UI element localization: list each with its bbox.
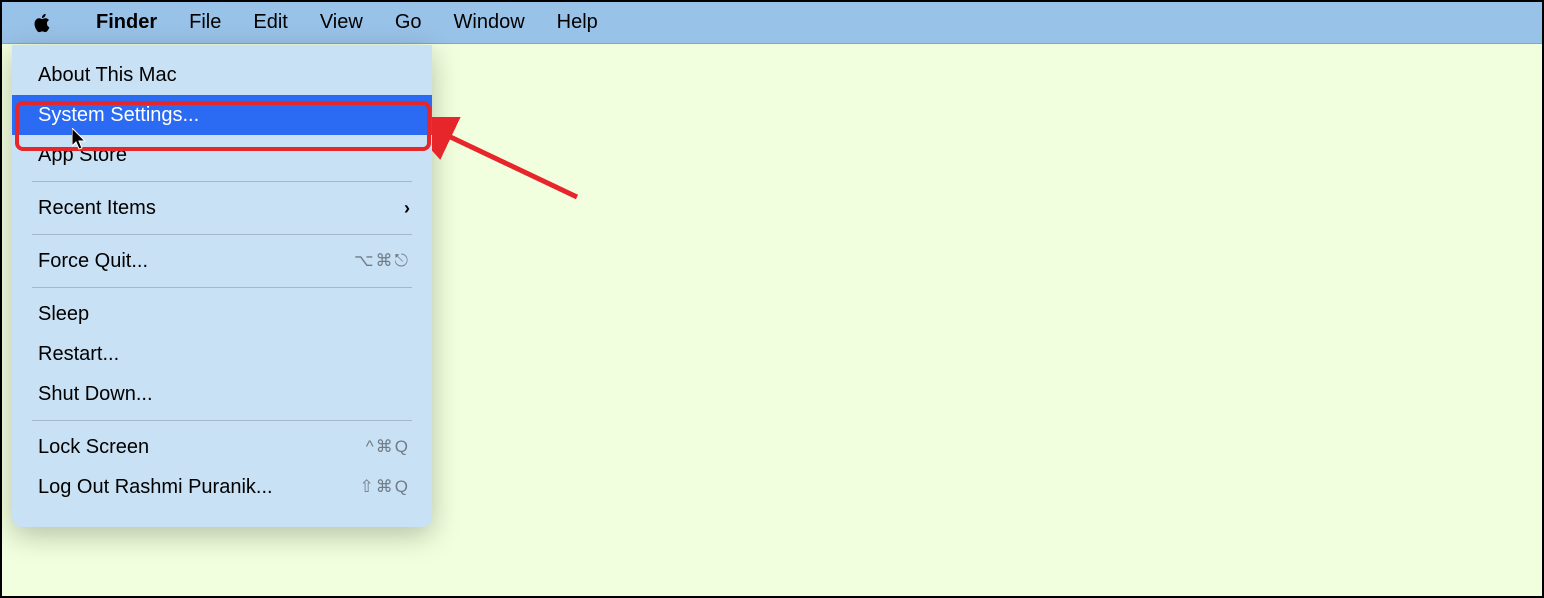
menu-item-label: Recent Items [38, 197, 156, 220]
menu-separator [32, 234, 412, 235]
apple-menu-icon[interactable] [30, 11, 54, 35]
menu-logout[interactable]: Log Out Rashmi Puranik... ⇧⌘Q [12, 467, 432, 507]
menu-separator [32, 181, 412, 182]
menu-window[interactable]: Window [438, 2, 541, 44]
menu-force-quit[interactable]: Force Quit... ⌥⌘⎋ [12, 241, 432, 281]
menu-about-this-mac[interactable]: About This Mac [12, 55, 432, 95]
menu-file[interactable]: File [173, 2, 237, 44]
menu-app-store[interactable]: App Store [12, 135, 432, 175]
menu-sleep[interactable]: Sleep [12, 294, 432, 334]
menu-restart[interactable]: Restart... [12, 334, 432, 374]
keyboard-shortcut: ^⌘Q [366, 437, 410, 457]
menu-lock-screen[interactable]: Lock Screen ^⌘Q [12, 427, 432, 467]
apple-menu-dropdown: About This Mac System Settings... App St… [12, 45, 432, 527]
menu-item-label: Force Quit... [38, 250, 148, 273]
menu-separator [32, 287, 412, 288]
annotation-arrow [432, 117, 592, 222]
menu-view[interactable]: View [304, 2, 379, 44]
menu-recent-items[interactable]: Recent Items › [12, 188, 432, 228]
menu-finder[interactable]: Finder [80, 2, 173, 44]
keyboard-shortcut: ⇧⌘Q [360, 477, 410, 497]
menu-item-label: About This Mac [38, 64, 177, 87]
menu-help[interactable]: Help [541, 2, 614, 44]
menu-system-settings[interactable]: System Settings... [12, 95, 432, 135]
menu-separator [32, 420, 412, 421]
chevron-right-icon: › [404, 198, 410, 219]
menu-item-label: Restart... [38, 343, 119, 366]
menubar: Finder File Edit View Go Window Help [2, 2, 1542, 44]
keyboard-shortcut: ⌥⌘⎋ [354, 251, 410, 271]
menu-shutdown[interactable]: Shut Down... [12, 374, 432, 414]
menu-item-label: Log Out Rashmi Puranik... [38, 476, 273, 499]
menu-item-label: App Store [38, 144, 127, 167]
menu-item-label: Shut Down... [38, 383, 153, 406]
menu-item-label: Lock Screen [38, 436, 149, 459]
menu-go[interactable]: Go [379, 2, 438, 44]
menu-item-label: Sleep [38, 303, 89, 326]
menu-edit[interactable]: Edit [237, 2, 303, 44]
menu-item-label: System Settings... [38, 104, 199, 127]
